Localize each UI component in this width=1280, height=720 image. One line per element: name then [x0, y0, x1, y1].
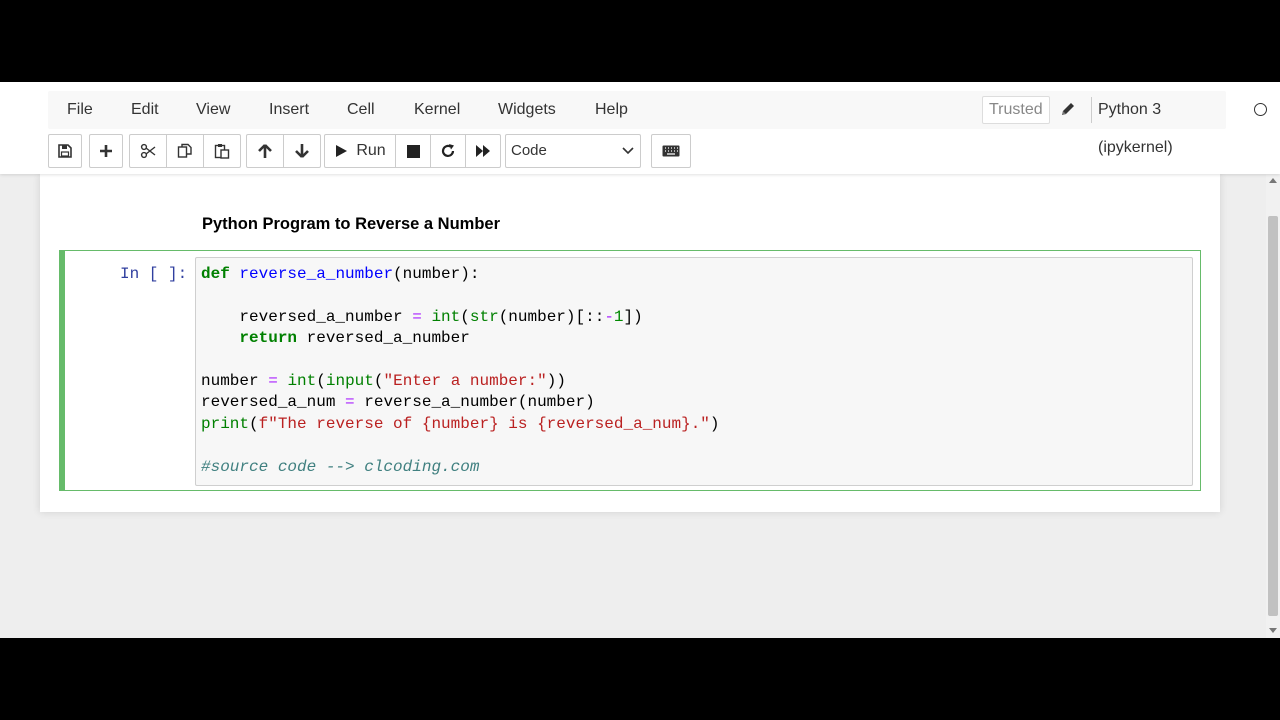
paste-button[interactable] — [204, 135, 240, 167]
markdown-heading: Python Program to Reverse a Number — [202, 215, 500, 233]
chevron-down-icon — [622, 147, 634, 155]
arrow-down-icon — [295, 144, 309, 158]
code-line: #source code --> clcoding.com — [201, 457, 480, 476]
stop-icon — [406, 144, 420, 158]
kernel-divider — [1091, 97, 1092, 123]
save-group — [48, 134, 82, 168]
paste-icon — [214, 144, 230, 159]
fast-forward-icon — [476, 145, 490, 157]
copy-button[interactable] — [167, 135, 204, 167]
menu-kernel[interactable]: Kernel — [414, 91, 460, 129]
restart-icon — [441, 144, 455, 157]
menu-widgets[interactable]: Widgets — [498, 91, 556, 129]
interrupt-button[interactable] — [396, 135, 431, 167]
move-down-button[interactable] — [284, 135, 320, 167]
notebook-screen: File Edit View Insert Cell Kernel Widget… — [0, 82, 1280, 638]
code-line: return reversed_a_number — [239, 329, 470, 348]
run-group: Run — [324, 134, 501, 168]
insert-group — [89, 134, 123, 168]
move-up-button[interactable] — [247, 135, 284, 167]
play-icon — [336, 145, 348, 157]
menu-edit[interactable]: Edit — [131, 91, 159, 129]
scroll-thumb[interactable] — [1268, 216, 1278, 616]
code-text[interactable]: def reverse_a_number(number): reversed_a… — [201, 264, 720, 478]
plus-icon — [100, 145, 112, 157]
menu-insert[interactable]: Insert — [269, 91, 309, 129]
code-line: reversed_a_number = int(str(number)[::-1… — [201, 307, 643, 326]
kernel-name[interactable]: Python 3 (ipykernel) — [1098, 91, 1226, 156]
restart-button[interactable] — [431, 135, 466, 167]
notebook-header: File Edit View Insert Cell Kernel Widget… — [0, 82, 1280, 174]
keyboard-group — [651, 134, 691, 168]
cell-type-select[interactable]: Code — [505, 134, 641, 168]
notebook-container: Python Program to Reverse a Number In [ … — [40, 174, 1220, 512]
menu-view[interactable]: View — [196, 91, 230, 129]
command-palette-button[interactable] — [652, 135, 690, 167]
insert-cell-button[interactable] — [90, 135, 122, 167]
menu-file[interactable]: File — [67, 91, 93, 129]
menu-help[interactable]: Help — [595, 91, 628, 129]
run-label: Run — [356, 142, 386, 159]
code-line: def reverse_a_number(number): — [201, 265, 480, 283]
cut-icon — [140, 143, 156, 159]
trusted-indicator[interactable]: Trusted — [982, 96, 1050, 124]
menubar: File Edit View Insert Cell Kernel Widget… — [48, 91, 1267, 156]
kernel-idle-icon — [1254, 103, 1267, 116]
edit-group — [129, 134, 241, 168]
cut-button[interactable] — [130, 135, 167, 167]
code-editor[interactable]: def reverse_a_number(number): reversed_a… — [195, 257, 1193, 486]
menu-cell[interactable]: Cell — [347, 91, 375, 129]
copy-icon — [177, 143, 192, 158]
scroll-down-arrow-icon[interactable] — [1269, 628, 1277, 633]
page-scrollbar[interactable] — [1266, 174, 1280, 638]
save-button[interactable] — [49, 135, 81, 167]
arrow-up-icon — [258, 144, 272, 158]
scroll-up-arrow-icon[interactable] — [1269, 178, 1277, 183]
run-button[interactable]: Run — [325, 135, 396, 167]
toolbar: Run Code — [0, 134, 1280, 170]
save-icon — [58, 144, 72, 158]
code-line: reversed_a_num = reverse_a_number(number… — [201, 393, 595, 412]
run-all-button[interactable] — [466, 135, 500, 167]
keyboard-icon — [662, 145, 680, 157]
code-line: print(f"The reverse of {number} is {reve… — [201, 414, 720, 433]
code-cell[interactable]: In [ ]: def reverse_a_number(number): re… — [59, 250, 1201, 491]
code-line: number = int(input("Enter a number:")) — [201, 372, 566, 391]
move-group — [246, 134, 321, 168]
cell-type-value: Code — [511, 142, 547, 159]
input-prompt: In [ ]: — [120, 265, 188, 283]
pencil-icon[interactable] — [1060, 101, 1076, 117]
